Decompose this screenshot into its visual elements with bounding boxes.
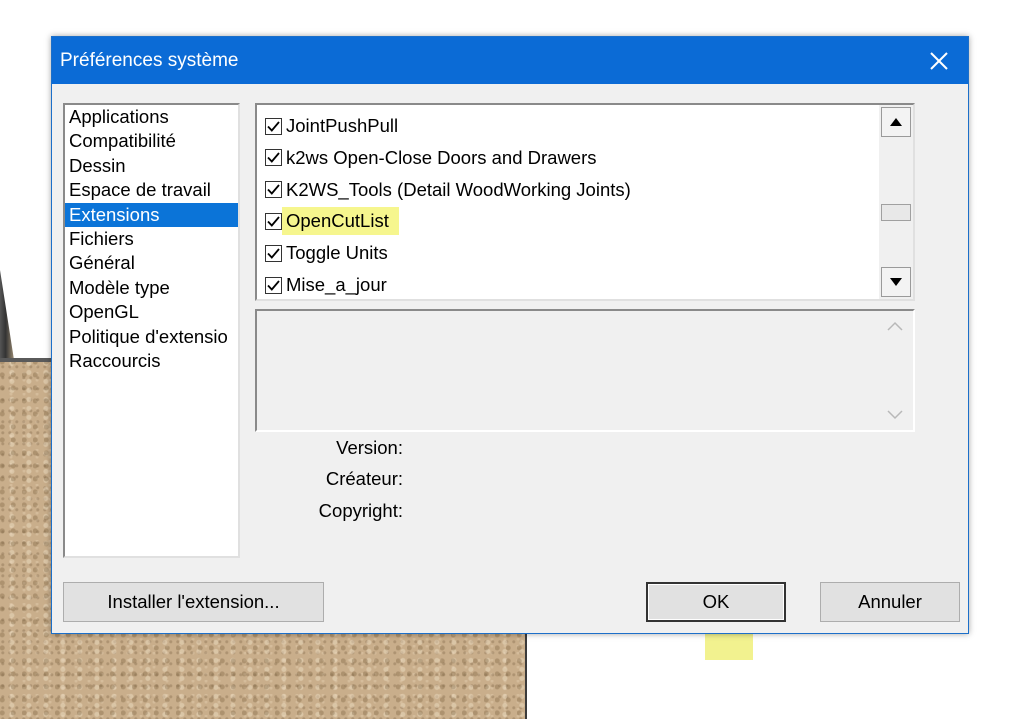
extension-label: JointPushPull (286, 115, 399, 136)
background-window-edge (0, 270, 14, 360)
category-item[interactable]: OpenGL (65, 300, 238, 324)
checkmark-icon (267, 248, 280, 259)
checkmark-icon (267, 184, 280, 195)
extension-item[interactable]: K2WS_Tools (Detail WoodWorking Joints) (265, 175, 641, 205)
extension-checkbox[interactable] (265, 149, 282, 167)
description-scrollbar (879, 311, 913, 430)
install-extension-button[interactable]: Installer l'extension... (63, 582, 324, 622)
ok-button[interactable]: OK (646, 582, 786, 622)
extension-checkbox[interactable] (265, 276, 282, 294)
scrollbar-thumb[interactable] (881, 204, 911, 221)
extension-label: K2WS_Tools (Detail WoodWorking Joints) (286, 178, 631, 200)
extension-checkbox[interactable] (265, 244, 282, 262)
description-scroll-up-icon (887, 321, 903, 331)
scroll-down-arrow-icon (890, 278, 902, 286)
category-item[interactable]: Compatibilité (65, 129, 238, 153)
version-label: Version: (336, 437, 403, 458)
category-item[interactable]: Applications (65, 105, 238, 129)
extension-checkbox[interactable] (265, 212, 282, 230)
cancel-button[interactable]: Annuler (820, 582, 960, 622)
copyright-label: Copyright: (318, 500, 403, 521)
extension-description-box (255, 309, 915, 432)
extension-item[interactable]: Toggle Units (265, 238, 398, 268)
extension-item[interactable]: OpenCutList (265, 206, 399, 236)
checkmark-icon (267, 152, 280, 164)
category-item[interactable]: Général (65, 251, 238, 275)
ok-button-highlight-mark (705, 633, 753, 660)
close-button[interactable] (910, 37, 968, 84)
extension-item[interactable]: k2ws Open-Close Doors and Drawers (265, 143, 607, 173)
category-item[interactable]: Extensions (65, 202, 238, 227)
close-icon (930, 51, 948, 70)
extension-list-scrollbar[interactable] (879, 105, 913, 299)
category-item[interactable]: Fichiers (65, 227, 238, 251)
extension-checkbox[interactable] (265, 181, 282, 199)
checkmark-icon (267, 120, 280, 132)
category-item[interactable]: Politique d'extensio (65, 325, 238, 349)
dialog-titlebar: Préférences système (52, 37, 968, 84)
category-item[interactable]: Raccourcis (65, 349, 238, 373)
extension-item[interactable]: Mise_a_jour (265, 270, 397, 299)
category-item[interactable]: Modèle type (65, 276, 238, 300)
extension-item[interactable]: JointPushPull (265, 111, 408, 141)
dialog-title: Préférences système (60, 50, 239, 71)
extension-label: Mise_a_jour (286, 274, 387, 295)
category-list[interactable]: Applications Compatibilité Dessin Espace de… (63, 103, 240, 558)
system-preferences-dialog: Préférences système Applications Compatib… (51, 36, 969, 634)
extension-label: Toggle Units (286, 242, 388, 264)
checkmark-icon (267, 216, 280, 227)
extension-checkbox[interactable] (265, 117, 282, 135)
category-item[interactable]: Dessin (65, 154, 238, 178)
checkmark-icon (267, 279, 280, 291)
scroll-down-button[interactable] (881, 267, 911, 297)
extension-list[interactable]: JointPushPull k2ws Open-Close Doors and D… (255, 103, 915, 301)
category-item[interactable]: Espace de travail (65, 178, 238, 202)
description-scroll-down-icon (887, 410, 903, 420)
extension-label: OpenCutList (282, 207, 399, 236)
extension-label: k2ws Open-Close Doors and Drawers (286, 146, 597, 168)
scroll-up-button[interactable] (881, 107, 911, 137)
scroll-up-arrow-icon (890, 118, 902, 126)
creator-label: Créateur: (325, 468, 403, 489)
